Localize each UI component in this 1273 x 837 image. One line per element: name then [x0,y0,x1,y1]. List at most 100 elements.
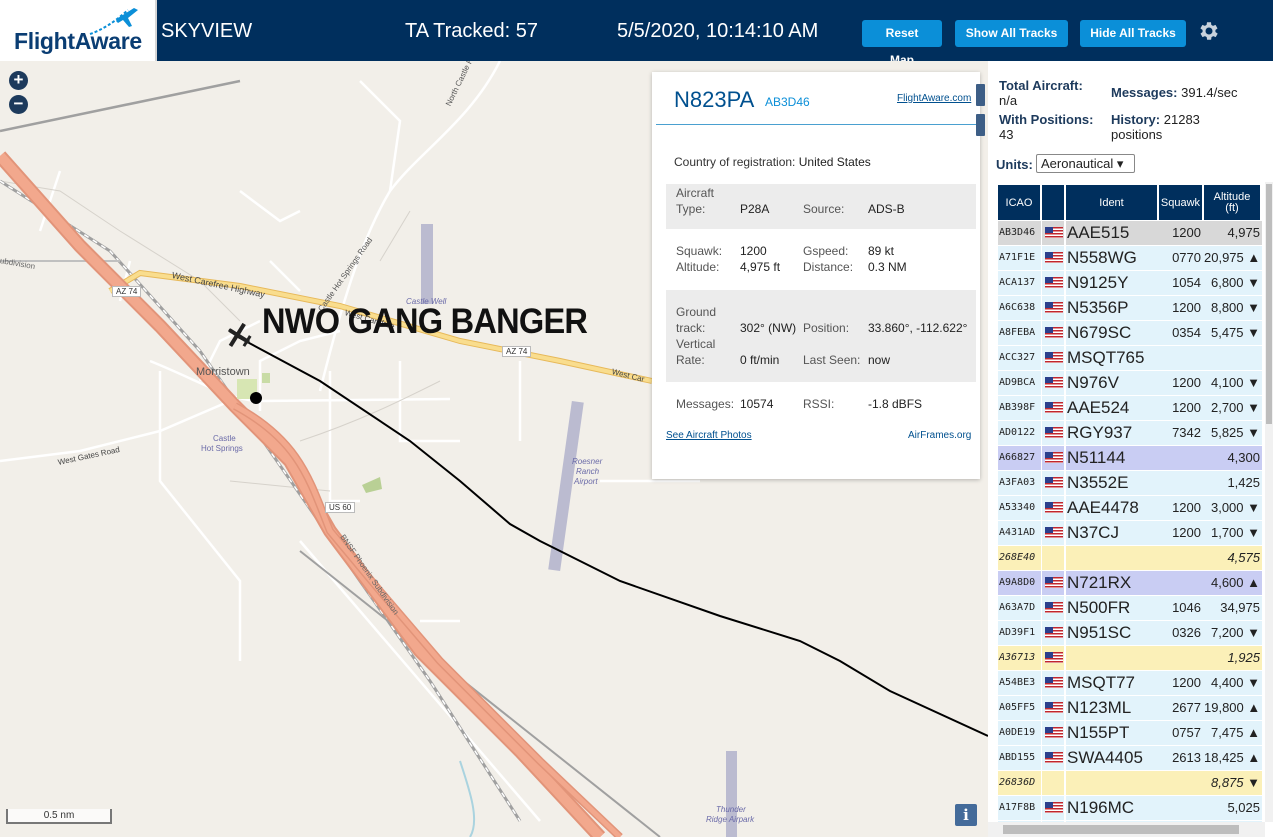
altitude-cell: 18,425 ▲ [1204,746,1262,770]
table-row[interactable]: 268E40 4,575 [998,546,1263,571]
ident-cell: MSQT765 [1066,346,1159,370]
flag-cell [1042,746,1064,770]
icao-cell: A53340 [998,496,1041,520]
ident-cell: N196MC [1066,796,1159,820]
col-altitude[interactable]: Altitude (ft) [1204,185,1262,220]
icao-cell: AD0122 [998,421,1041,445]
vertical-scrollbar-thumb[interactable] [1266,184,1272,424]
table-row[interactable]: AB3D46 AAE515 1200 4,975 [998,221,1263,246]
flag-cell [1042,221,1064,245]
altitude-cell: 5,475 ▼ [1204,321,1262,345]
panel-toggle-tab[interactable] [976,84,985,106]
altitude-cell: 7,475 ▲ [1204,721,1262,745]
us-flag-icon [1045,727,1063,738]
app-title: SKYVIEW [161,20,253,42]
col-altitude-label: Altitude [1213,190,1251,203]
history-label: History: [1111,112,1161,127]
vertical-rate-value: 0 ft/min [740,353,780,367]
table-row[interactable]: ACA137 N9125Y 1054 6,800 ▼ [998,271,1263,296]
flag-cell [1042,671,1064,695]
table-row[interactable]: 26836D 8,875 ▼ [998,771,1263,796]
squawk-cell: 1200 [1159,521,1204,545]
track-block: Ground track: 302° (NW) Position: 33.860… [666,290,976,382]
squawk-cell [1159,796,1204,820]
table-row[interactable]: A431AD N37CJ 1200 1,700 ▼ [998,521,1263,546]
altitude-cell: 4,975 [1204,221,1262,245]
show-all-tracks-button[interactable]: Show All Tracks [955,20,1068,47]
ident-cell: N9125Y [1066,271,1159,295]
icao-cell: AD39F1 [998,621,1041,645]
table-row[interactable]: A63A7D N500FR 1046 34,975 [998,596,1263,621]
hide-all-tracks-button[interactable]: Hide All Tracks [1080,20,1186,47]
table-row[interactable]: AD9BCA N976V 1200 4,100 ▼ [998,371,1263,396]
flag-cell [1042,246,1064,270]
squawk-cell: 0326 [1159,621,1204,645]
table-row[interactable]: A8FEBA N679SC 0354 5,475 ▼ [998,321,1263,346]
table-row[interactable]: AD0122 RGY937 7342 5,825 ▼ [998,421,1263,446]
horizontal-scrollbar-thumb[interactable] [1003,825,1239,834]
squawk-cell: 0354 [1159,321,1204,345]
us-flag-icon [1045,302,1063,313]
flag-cell [1042,621,1064,645]
icao-cell: A63A7D [998,596,1041,620]
table-row[interactable]: ACC327 MSQT765 [998,346,1263,371]
icao-cell: ABD155 [998,746,1041,770]
table-row[interactable]: AD39F1 N951SC 0326 7,200 ▼ [998,621,1263,646]
source-value: ADS-B [868,202,905,216]
squawk-label: Squawk: [676,244,723,258]
info-button[interactable]: i [955,804,977,826]
ident-cell: RGY937 [1066,421,1159,445]
squawk-cell [1159,546,1204,570]
col-ident[interactable]: Ident [1066,185,1159,220]
table-row[interactable]: A53340 AAE4478 1200 3,000 ▼ [998,496,1263,521]
gspeed-label: Gspeed: [803,244,849,258]
units-select[interactable]: Aeronautical ▾ [1036,154,1135,173]
zoom-out-button[interactable]: − [9,95,28,114]
panel-toggle-tab-2[interactable] [976,114,985,136]
table-row[interactable]: A54BE3 MSQT77 1200 4,400 ▼ [998,671,1263,696]
flightaware-logo[interactable]: FlightAware [0,0,157,61]
icao-cell: A54BE3 [998,671,1041,695]
squawk-cell: 1200 [1159,671,1204,695]
table-row[interactable]: A9A8D0 N721RX 4,600 ▲ [998,571,1263,596]
total-aircraft-label: Total Aircraft: [999,78,1083,93]
col-squawk[interactable]: Squawk [1159,185,1204,220]
reset-map-button[interactable]: Reset Map [862,20,942,67]
table-row[interactable]: A36713 1,925 [998,646,1263,671]
flightaware-link[interactable]: FlightAware.com [897,93,971,104]
icao-cell: AB398F [998,396,1041,420]
squawk-cell: 0770 [1159,246,1204,270]
table-row[interactable]: ABD155 SWA4405 2613 18,425 ▲ [998,746,1263,771]
table-row[interactable]: A3FA03 N3552E 1,425 [998,471,1263,496]
table-row[interactable]: A66827 N51144 4,300 [998,446,1263,471]
altitude-cell: 5,825 ▼ [1204,421,1262,445]
table-row[interactable]: A05FF5 N123ML 2677 19,800 ▲ [998,696,1263,721]
selected-aircraft-icon[interactable] [226,323,252,349]
history-unit: positions [1111,127,1163,142]
flag-cell [1042,321,1064,345]
airframes-link[interactable]: AirFrames.org [908,430,971,441]
gear-icon[interactable] [1197,19,1221,43]
messages-block: Messages: 10574 RSSI: -1.8 dBFS [666,388,976,418]
table-row[interactable]: AB398F AAE524 1200 2,700 ▼ [998,396,1263,421]
table-row[interactable]: A17F8B N196MC 5,025 [998,796,1263,821]
aircraft-photos-link[interactable]: See Aircraft Photos [666,430,752,441]
ground-track-label: Ground [676,305,717,319]
total-aircraft: Total Aircraft: n/a [999,78,1083,108]
flag-cell [1042,521,1064,545]
messages-rate-label: Messages: [1111,85,1178,100]
col-flag[interactable] [1042,185,1066,220]
squawk-cell: 2677 [1159,696,1204,720]
country-of-registration: Country of registration: United States [674,155,871,169]
altitude-cell: 4,100 ▼ [1204,371,1262,395]
us-flag-icon [1045,802,1063,813]
zoom-in-button[interactable]: + [9,71,28,90]
ident-cell [1066,771,1159,795]
popup-divider [656,124,976,125]
distance-value: 0.3 NM [868,260,907,274]
table-row[interactable]: A0DE19 N155PT 0757 7,475 ▲ [998,721,1263,746]
col-icao[interactable]: ICAO [998,185,1042,220]
table-row[interactable]: A6C638 N5356P 1200 8,800 ▼ [998,296,1263,321]
altitude-cell: 1,425 [1204,471,1262,495]
table-row[interactable]: A71F1E N558WG 0770 20,975 ▲ [998,246,1263,271]
